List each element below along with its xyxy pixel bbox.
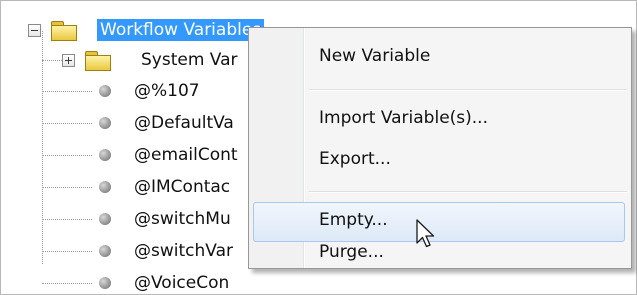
variable-dot-icon [99, 245, 111, 257]
folder-icon [51, 20, 77, 41]
tree-root-label[interactable]: Workflow Variables [97, 19, 265, 41]
context-menu: New Variable Import Variable(s)... Expor… [248, 27, 632, 269]
menu-item-new-variable[interactable]: New Variable [253, 38, 625, 78]
menu-separator [309, 89, 627, 91]
menu-item-label: New Variable [319, 46, 431, 66]
minus-box-icon[interactable] [28, 24, 41, 37]
plus-box-icon[interactable] [62, 54, 75, 67]
menu-item-label: Purge... [319, 242, 384, 262]
tree-connector [42, 251, 92, 252]
tree-item-system-var[interactable]: System Var [141, 49, 238, 71]
variable-dot-icon [99, 85, 111, 97]
folder-icon [85, 50, 111, 71]
tree-item-variable[interactable]: @VoiceCon [134, 272, 229, 294]
tree-item-variable[interactable]: @emailCont [134, 144, 238, 166]
tree-item-variable[interactable]: @switchVar [134, 240, 233, 262]
tree-connector [42, 187, 92, 188]
menu-item-label: Export... [319, 149, 391, 169]
tree-connector [42, 91, 92, 92]
variable-dot-icon [99, 181, 111, 193]
variable-dot-icon [99, 277, 111, 289]
tree-connector [42, 219, 92, 220]
variable-dot-icon [99, 149, 111, 161]
variable-dot-icon [99, 213, 111, 225]
arrow-cursor-icon [416, 219, 435, 248]
tree-item-variable[interactable]: @DefaultVa [134, 112, 234, 134]
tree-item-variable[interactable]: @switchMu [134, 208, 231, 230]
menu-item-empty[interactable]: Empty... [253, 202, 625, 242]
tree-item-variable[interactable]: @%107 [134, 80, 200, 102]
menu-item-label: Empty... [319, 210, 388, 230]
tree-connector [42, 283, 92, 284]
tree-connector [42, 123, 92, 124]
tree-panel: Workflow Variables System Var @%107 @Def… [0, 0, 637, 295]
menu-item-export[interactable]: Export... [253, 141, 625, 181]
tree-connector [42, 60, 62, 61]
tree-connector [42, 31, 43, 264]
tree-item-variable[interactable]: @IMContac [134, 176, 230, 198]
variable-dot-icon [99, 117, 111, 129]
menu-item-import-variables[interactable]: Import Variable(s)... [253, 100, 625, 140]
menu-separator [309, 191, 627, 193]
menu-item-purge[interactable]: Purge... [253, 242, 625, 266]
tree-connector [42, 155, 92, 156]
menu-item-label: Import Variable(s)... [319, 108, 488, 128]
